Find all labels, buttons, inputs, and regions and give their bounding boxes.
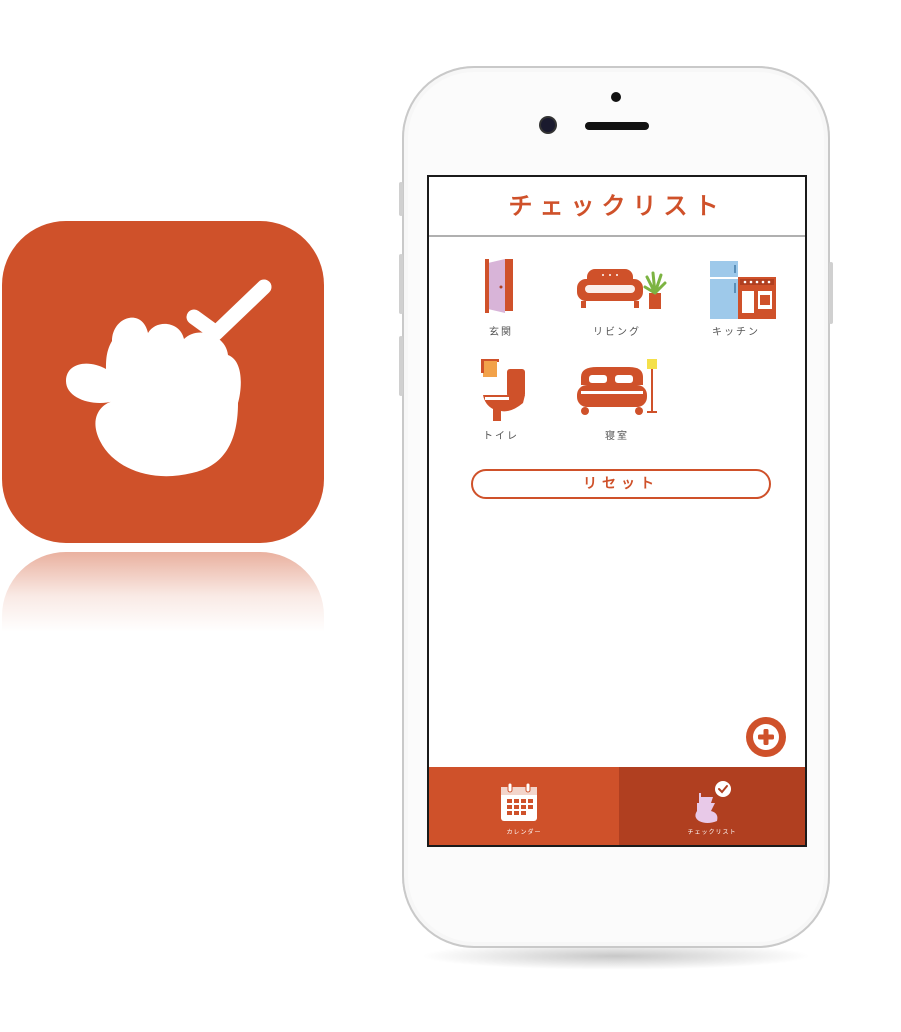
bed-icon — [577, 359, 657, 415]
hand-check-icon — [66, 279, 272, 477]
room-label: 寝室 — [605, 431, 629, 442]
room-label: リビング — [593, 327, 641, 338]
room-kitchen[interactable]: キッチン — [681, 251, 791, 341]
title-divider — [429, 235, 805, 237]
page-title: チェックリスト — [508, 192, 726, 220]
tab-calendar[interactable]: カレンダー — [429, 767, 619, 845]
volume-down-button — [399, 336, 403, 396]
volume-up-button — [399, 254, 403, 314]
mute-switch — [399, 182, 403, 216]
room-living[interactable]: リビング — [562, 251, 672, 341]
reset-button[interactable]: リセット — [471, 469, 771, 499]
room-toilet[interactable]: トイレ — [446, 355, 556, 445]
app-screen: チェックリスト 玄関 リビング キッチン トイレ 寝室 リセット カレンダー チ… — [427, 175, 807, 847]
tab-checklist[interactable]: チェックリスト — [619, 767, 805, 845]
sofa-icon — [577, 269, 667, 309]
plus-icon — [753, 724, 779, 750]
tab-bar: カレンダー チェックリスト — [429, 767, 805, 845]
room-label: キッチン — [712, 327, 760, 338]
room-entrance[interactable]: 玄関 — [446, 251, 556, 341]
power-button — [829, 262, 833, 324]
add-button[interactable] — [746, 717, 786, 757]
door-icon — [485, 259, 513, 313]
room-label: 玄関 — [489, 327, 513, 338]
calendar-icon — [501, 782, 537, 821]
room-label: トイレ — [483, 431, 519, 442]
hand-check-icon — [695, 781, 731, 823]
toilet-icon — [481, 359, 525, 421]
proximity-sensor — [611, 92, 621, 102]
room-bedroom[interactable]: 寝室 — [562, 355, 672, 445]
app-icon — [2, 221, 324, 543]
earpiece-speaker — [585, 122, 649, 130]
tab-label: チェックリスト — [687, 829, 737, 836]
tab-label: カレンダー — [506, 829, 542, 836]
kitchen-icon — [710, 261, 776, 319]
app-icon-reflection — [2, 552, 324, 632]
front-camera — [541, 118, 555, 132]
